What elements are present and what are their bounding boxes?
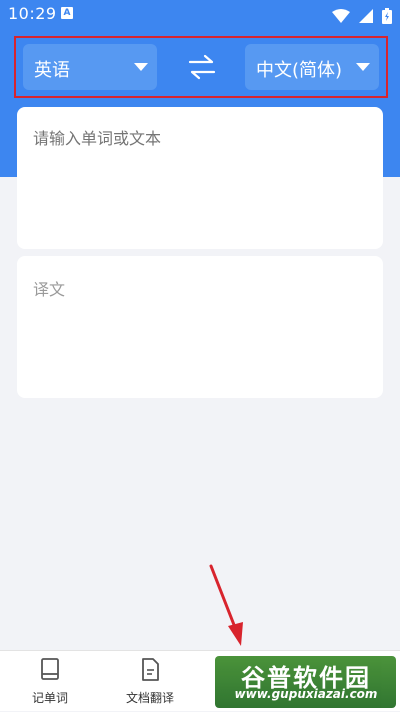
status-icons <box>328 5 392 24</box>
nav-item-document-translation[interactable]: 文档翻译 <box>110 651 190 712</box>
document-icon <box>142 658 159 681</box>
language-selector-bar: 英语 中文(简体) <box>14 36 388 98</box>
battery-icon <box>382 7 392 24</box>
source-text-input[interactable] <box>17 107 383 249</box>
nav-label: 文档翻译 <box>125 691 174 705</box>
target-language-dropdown[interactable]: 中文(简体) <box>245 44 379 90</box>
nav-item-vocabulary[interactable]: 记单词 <box>10 651 90 712</box>
notification-icon: A <box>61 7 73 19</box>
book-icon <box>41 658 59 680</box>
watermark-logo: 谷普软件园 www.gupuxiazai.com <box>215 656 396 708</box>
translation-card: 译文 <box>17 256 383 398</box>
wifi-icon <box>331 8 350 23</box>
status-time: 10:29 <box>8 4 57 23</box>
chevron-down-icon <box>134 63 148 71</box>
signal-icon <box>358 8 373 23</box>
chevron-down-icon <box>356 63 370 71</box>
nav-label: 记单词 <box>31 691 68 705</box>
watermark-url: www.gupuxiazai.com <box>234 687 378 701</box>
source-language-dropdown[interactable]: 英语 <box>23 44 157 90</box>
source-text-card <box>17 107 383 249</box>
source-language-label: 英语 <box>34 60 70 81</box>
swap-arrows-icon[interactable] <box>188 54 216 80</box>
translation-placeholder: 译文 <box>33 280 66 299</box>
status-bar: 10:29 A <box>0 0 400 28</box>
target-language-label: 中文(简体) <box>256 60 343 81</box>
